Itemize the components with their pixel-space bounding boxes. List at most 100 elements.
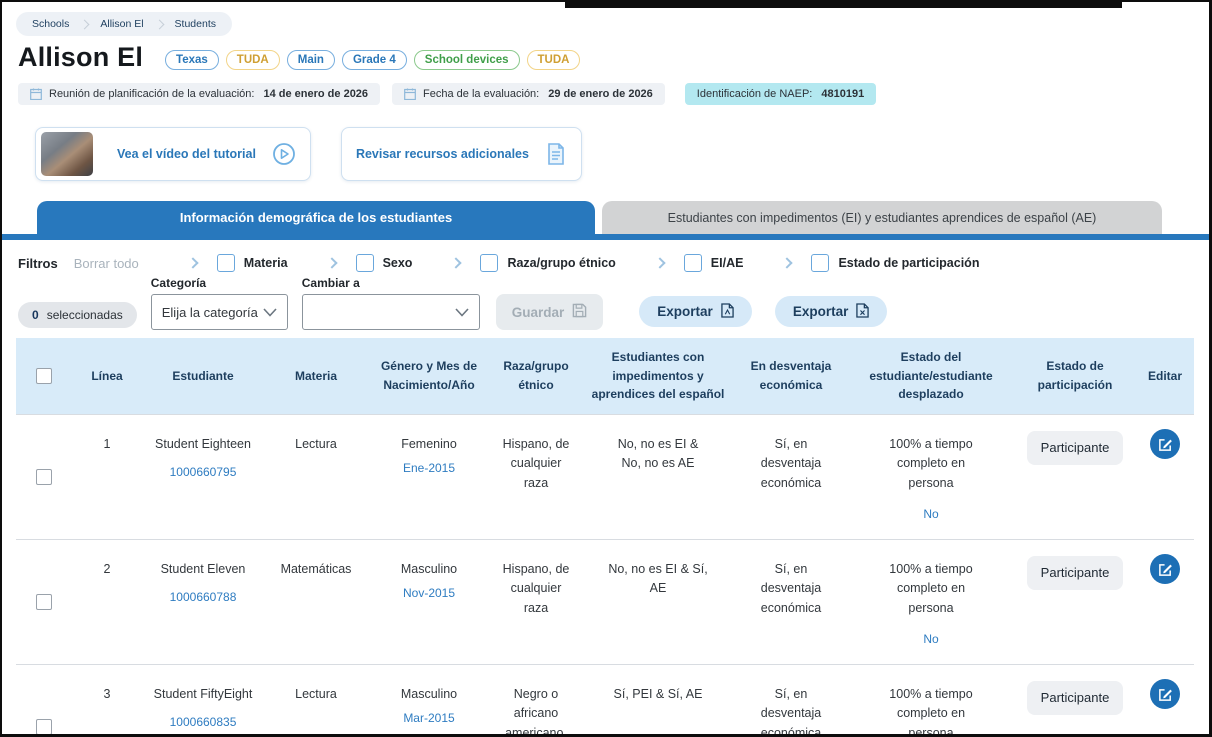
birth-month-link[interactable]: Nov-2015 (403, 584, 455, 603)
sd-ell-status: No, no es EI & Sí, AE (608, 562, 708, 596)
filter-checkbox[interactable] (683, 254, 702, 272)
economic-status: Sí, en desventaja económica (760, 437, 822, 490)
row-checkbox[interactable] (36, 719, 52, 734)
school-badge: TUDA (526, 49, 581, 70)
subject: Matemáticas (280, 562, 352, 576)
chevron-right-icon (654, 257, 666, 269)
subject: Lectura (295, 437, 337, 451)
edit-button[interactable] (1150, 679, 1180, 709)
chevron-right-icon (450, 257, 463, 269)
table-row: 1 Student Eighteen 1000660795 Lectura Fe… (16, 414, 1194, 539)
save-button-label: Guardar (511, 304, 565, 320)
column-header: Editar (1147, 368, 1182, 383)
filter-checkbox[interactable] (216, 254, 235, 272)
edit-button[interactable] (1150, 429, 1180, 459)
badge-list: Texas TUDA Main Grade 4 School devices T… (165, 49, 581, 70)
window-top-bar (565, 2, 1122, 8)
tab-sd-ell[interactable]: Estudiantes con impedimentos (EI) y estu… (602, 201, 1162, 234)
table-row: 2 Student Eleven 1000660788 Matemáticas … (16, 539, 1194, 664)
gender: Masculino (400, 562, 458, 576)
export-pdf-button[interactable]: Exportar (639, 296, 752, 327)
race-ethnicity: Negro o africano americano, (505, 687, 567, 737)
additional-resources-button[interactable]: Revisar recursos adicionales (340, 127, 582, 181)
select-all-checkbox[interactable] (36, 368, 52, 384)
filter-item: Materia (187, 254, 288, 272)
table-row: 3 Student FiftyEight 1000660835 Lectura … (16, 664, 1194, 737)
sd-ell-status: No, no es EI & No, no es AE (617, 437, 699, 471)
info-chip: Fecha de la evaluación: 29 de enero de 2… (392, 83, 665, 105)
tutorial-video-label: Vea el vídeo del tutorial (117, 147, 256, 161)
row-checkbox[interactable] (36, 594, 52, 610)
student-id-link[interactable]: 1000660795 (170, 463, 237, 482)
save-button[interactable]: Guardar (495, 294, 604, 330)
filter-item: Sexo (325, 254, 413, 272)
info-chip-label: Reunión de planificación de la evaluació… (49, 88, 255, 100)
export-excel-label: Exportar (792, 304, 849, 319)
pdf-file-icon (721, 302, 734, 321)
student-id-link[interactable]: 1000660835 (170, 713, 237, 732)
filter-label: Sexo (382, 256, 413, 270)
tab-bar: Información demográfica de los estudiant… (2, 201, 1209, 234)
filter-checkbox[interactable] (811, 254, 830, 272)
filter-checkbox[interactable] (480, 254, 499, 272)
sd-ell-status: Sí, PEI & Sí, AE (613, 687, 703, 701)
column-header: Estudiantes con impedimentos y aprendice… (591, 350, 725, 402)
selected-count-label: seleccionadas (46, 308, 123, 322)
export-excel-button[interactable]: Exportar (774, 296, 888, 327)
breadcrumb: Schools Allison El Students (16, 12, 232, 36)
school-badge: School devices (413, 49, 520, 70)
enrollment-status: 100% a tiempo completo en persona (889, 437, 973, 490)
document-icon (545, 142, 567, 166)
excel-file-icon (856, 302, 870, 321)
column-header: Estado del estudiante/estudiante desplaz… (869, 350, 993, 402)
birth-month-link[interactable]: Ene-2015 (403, 459, 455, 478)
school-badge: TUDA (225, 49, 280, 70)
chevron-down-icon (455, 305, 469, 320)
school-badge: Main (286, 49, 335, 70)
app-window: Schools Allison El Students Allison El T… (0, 0, 1212, 737)
filter-label: Materia (243, 256, 288, 270)
breadcrumb-students[interactable]: Students (175, 18, 216, 30)
column-header: Línea (91, 368, 123, 383)
column-header: Género y Mes de Nacimiento/Año (380, 359, 478, 392)
tab-demographic-info[interactable]: Información demográfica de los estudiant… (37, 201, 595, 234)
row-checkbox[interactable] (36, 469, 52, 485)
displaced-status-link[interactable]: No (923, 505, 938, 524)
filters-bar: Filtros Borrar todo Materia Sexo Raza/gr… (18, 254, 1209, 272)
export-pdf-label: Exportar (657, 304, 713, 319)
school-badge: Grade 4 (341, 49, 407, 70)
filter-label: Estado de participación (838, 256, 980, 270)
displaced-status-link[interactable]: No (923, 630, 938, 649)
student-id-link[interactable]: 1000660788 (170, 588, 237, 607)
birth-month-link[interactable]: Mar-2015 (403, 709, 454, 728)
chevron-down-icon (263, 305, 277, 320)
change-to-select[interactable] (301, 294, 480, 330)
filter-item: EI/AE (654, 254, 743, 272)
economic-status: Sí, en desventaja económica (760, 687, 822, 737)
column-header: Raza/grupo étnico (503, 359, 569, 392)
race-ethnicity: Hispano, de cualquier raza (502, 562, 570, 615)
info-chips: Reunión de planificación de la evaluació… (18, 83, 1209, 105)
chevron-right-icon (79, 19, 90, 29)
info-chip-value: 4810191 (821, 88, 865, 100)
edit-button[interactable] (1150, 554, 1180, 584)
breadcrumb-schools[interactable]: Schools (32, 18, 69, 30)
tutorial-video-button[interactable]: Vea el vídeo del tutorial (35, 127, 311, 181)
students-table: Línea Estudiante Materia Género y Mes de… (16, 338, 1194, 737)
clear-all-filters-button[interactable]: Borrar todo (74, 256, 139, 271)
enrollment-status: 100% a tiempo completo en persona (889, 562, 973, 615)
student-name: Student FiftyEight (153, 687, 253, 701)
save-icon (572, 303, 587, 321)
info-chip-label: Identificación de NAEP: (696, 88, 813, 100)
column-header: Estado de participación (1037, 359, 1113, 392)
page-title: Allison El (18, 42, 144, 72)
filter-checkbox[interactable] (355, 254, 374, 272)
breadcrumb-allison-el[interactable]: Allison El (100, 18, 143, 30)
calendar-icon (404, 88, 416, 100)
school-badge: Texas (165, 49, 219, 70)
chevron-right-icon (154, 19, 164, 29)
category-select[interactable]: Elija la categoría (150, 294, 288, 330)
student-name: Student Eleven (160, 562, 246, 576)
column-header: Estudiante (172, 368, 234, 383)
info-chip-label: Fecha de la evaluación: (423, 88, 540, 100)
